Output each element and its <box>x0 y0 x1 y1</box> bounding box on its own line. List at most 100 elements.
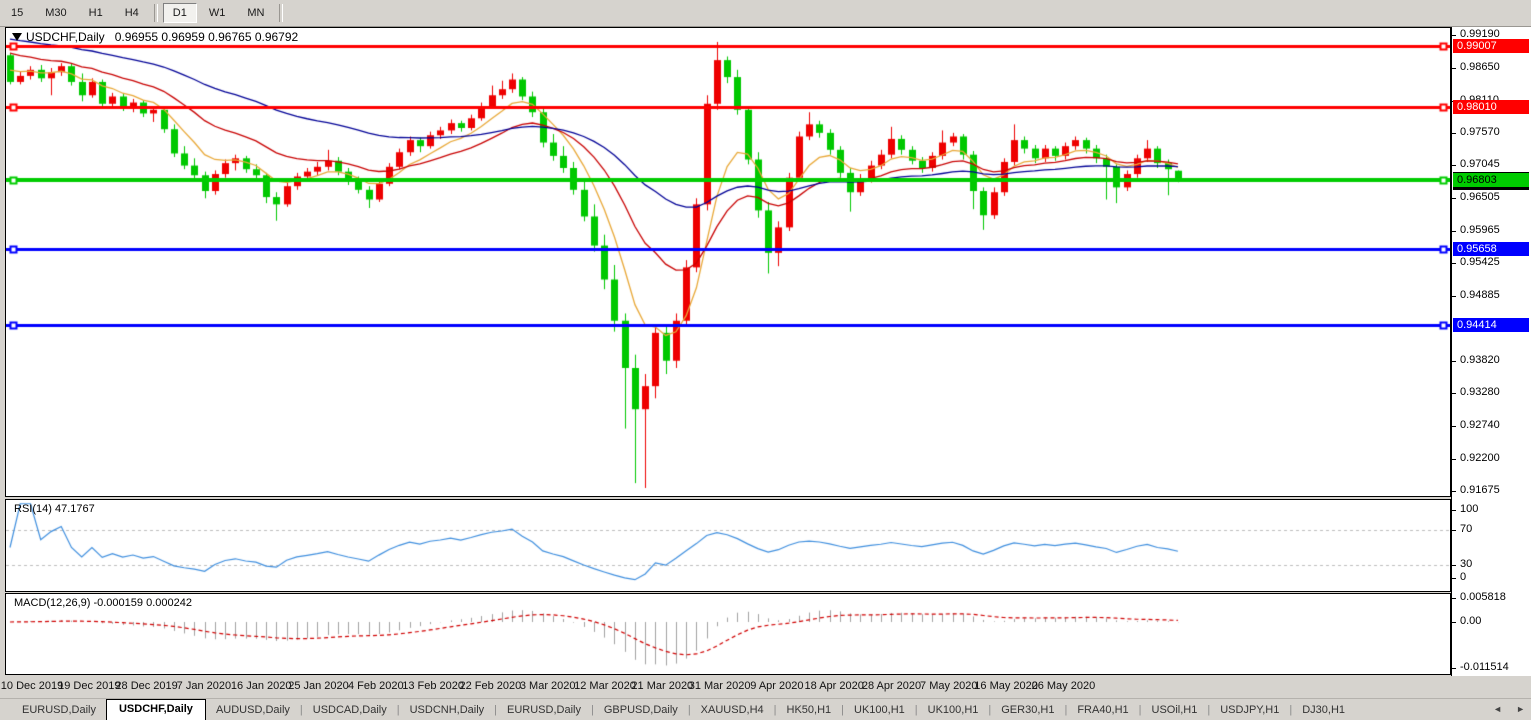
rsi-axis-tick: 100 <box>1460 503 1478 515</box>
price-tick: 0.93280 <box>1460 386 1500 398</box>
level-price-label: 0.94414 <box>1453 318 1529 332</box>
tab-uk100-h1[interactable]: UK100,H1 <box>844 701 915 720</box>
axis-tickmark <box>1452 622 1456 623</box>
price-tick: 0.95965 <box>1460 224 1500 236</box>
tab-audusd-daily[interactable]: AUDUSD,Daily <box>206 701 300 720</box>
chart-pointer-icon <box>12 33 22 41</box>
axis-tickmark <box>1452 35 1456 36</box>
date-label: 4 Feb 2020 <box>348 680 404 692</box>
date-label: 9 Apr 2020 <box>750 680 803 692</box>
rsi-canvas[interactable] <box>6 500 1450 589</box>
date-label: 12 Mar 2020 <box>574 680 636 692</box>
tab-eurusd-daily[interactable]: EURUSD,Daily <box>12 701 106 720</box>
chart-title: USDCHF,Daily 0.96955 0.96959 0.96765 0.9… <box>12 30 298 44</box>
date-label: 3 Mar 2020 <box>520 680 576 692</box>
macd-label: MACD(12,26,9) -0.000159 0.000242 <box>14 597 192 609</box>
level-price-label: 0.96803 <box>1453 173 1529 187</box>
rsi-label: RSI(14) 47.1767 <box>14 503 95 515</box>
axis-tickmark <box>1452 165 1456 166</box>
chart-symbol-label: USDCHF,Daily <box>26 30 105 44</box>
date-label: 7 Jan 2020 <box>177 680 231 692</box>
timeframe-button-m30[interactable]: M30 <box>35 3 76 23</box>
axis-tickmark <box>1452 133 1456 134</box>
tab-hk50-h1[interactable]: HK50,H1 <box>777 701 842 720</box>
date-label: 7 May 2020 <box>920 680 977 692</box>
axis-tickmark <box>1452 426 1456 427</box>
timeframe-toolbar: 15M30H1H4 D1W1MN <box>0 0 1531 27</box>
tab-scroll-right-button[interactable]: ► <box>1516 703 1525 715</box>
axis-tickmark <box>1452 598 1456 599</box>
date-label: 26 May 2020 <box>1032 680 1096 692</box>
date-label: 28 Dec 2019 <box>115 680 177 692</box>
date-label: 16 Jan 2020 <box>231 680 292 692</box>
axis-tickmark <box>1452 393 1456 394</box>
main-chart-panel[interactable]: USDCHF,Daily 0.96955 0.96959 0.96765 0.9… <box>5 27 1451 497</box>
axis-tickmark <box>1452 231 1456 232</box>
tab-fra40-h1[interactable]: FRA40,H1 <box>1067 701 1138 720</box>
price-tick: 0.94885 <box>1460 289 1500 301</box>
timeframe-button-mn[interactable]: MN <box>237 3 274 23</box>
date-label: 25 Jan 2020 <box>288 680 349 692</box>
rsi-axis-tick: 30 <box>1460 558 1472 570</box>
date-label: 18 Apr 2020 <box>805 680 864 692</box>
macd-axis-tick: 0.005818 <box>1460 591 1506 603</box>
tab-eurusd-daily[interactable]: EURUSD,Daily <box>497 701 591 720</box>
price-tick: 0.96505 <box>1460 191 1500 203</box>
date-axis[interactable]: 10 Dec 201919 Dec 201928 Dec 20197 Jan 2… <box>0 676 1531 698</box>
axis-tickmark <box>1452 565 1456 566</box>
axis-tickmark <box>1452 263 1456 264</box>
macd-axis-tick: 0.00 <box>1460 615 1481 627</box>
price-tick: 0.92740 <box>1460 419 1500 431</box>
timeframe-button-15[interactable]: 15 <box>1 3 33 23</box>
macd-canvas[interactable] <box>6 594 1450 672</box>
tab-usdjpy-h1[interactable]: USDJPY,H1 <box>1210 701 1289 720</box>
tab-dj30-h1[interactable]: DJ30,H1 <box>1292 701 1355 720</box>
chart-tab-bar: EURUSD,DailyUSDCHF,DailyAUDUSD,Daily|USD… <box>0 698 1531 720</box>
date-label: 10 Dec 2019 <box>1 680 63 692</box>
price-tick: 0.91675 <box>1460 484 1500 496</box>
axis-tickmark <box>1452 510 1456 511</box>
chart-ohlc-values: 0.96955 0.96959 0.96765 0.96792 <box>115 30 299 44</box>
date-label: 16 May 2020 <box>974 680 1038 692</box>
tab-gbpusd-daily[interactable]: GBPUSD,Daily <box>594 701 688 720</box>
tab-ger30-h1[interactable]: GER30,H1 <box>991 701 1064 720</box>
date-label: 19 Dec 2019 <box>58 680 120 692</box>
tab-usoil-h1[interactable]: USOil,H1 <box>1142 701 1208 720</box>
price-tick: 0.97045 <box>1460 158 1500 170</box>
date-label: 13 Feb 2020 <box>402 680 464 692</box>
date-label: 28 Apr 2020 <box>862 680 921 692</box>
price-tick: 0.98650 <box>1460 61 1500 73</box>
axis-tickmark <box>1452 491 1456 492</box>
axis-tickmark <box>1452 530 1456 531</box>
tab-usdcad-daily[interactable]: USDCAD,Daily <box>303 701 397 720</box>
mt4-chart-app: 15M30H1H4 D1W1MN USDCHF,Daily 0.96955 0.9… <box>0 0 1531 720</box>
toolbar-separator <box>154 4 158 22</box>
axis-tickmark <box>1452 296 1456 297</box>
tab-scroll-left-button[interactable]: ◄ <box>1493 703 1502 715</box>
axis-tickmark <box>1452 459 1456 460</box>
tab-usdchf-daily[interactable]: USDCHF,Daily <box>106 699 206 720</box>
timeframe-button-w1[interactable]: W1 <box>199 3 236 23</box>
tab-uk100-h1[interactable]: UK100,H1 <box>918 701 989 720</box>
rsi-axis-tick: 70 <box>1460 523 1472 535</box>
timeframe-button-h4[interactable]: H4 <box>115 3 149 23</box>
axis-tickmark <box>1452 198 1456 199</box>
rsi-panel[interactable]: RSI(14) 47.1767 <box>5 499 1451 592</box>
macd-panel[interactable]: MACD(12,26,9) -0.000159 0.000242 <box>5 593 1451 675</box>
candlestick-chart-canvas[interactable] <box>6 28 1450 494</box>
level-price-label: 0.98010 <box>1453 100 1529 114</box>
tab-usdcnh-daily[interactable]: USDCNH,Daily <box>400 701 495 720</box>
toolbar-separator <box>279 4 283 22</box>
macd-axis-tick: -0.011514 <box>1460 661 1509 673</box>
tab-xauusd-h4[interactable]: XAUUSD,H4 <box>691 701 774 720</box>
level-price-label: 0.95658 <box>1453 242 1529 256</box>
axis-tickmark <box>1452 578 1456 579</box>
axis-tickmark <box>1452 361 1456 362</box>
axis-tickmark <box>1452 668 1456 669</box>
tab-scroll-arrows: ◄ ► <box>1493 703 1525 715</box>
price-axis[interactable]: 0.991900.986500.981100.975700.970450.965… <box>1451 27 1531 676</box>
timeframe-button-h1[interactable]: H1 <box>79 3 113 23</box>
timeframe-button-d1[interactable]: D1 <box>163 3 197 23</box>
level-price-label: 0.99007 <box>1453 39 1529 53</box>
price-tick: 0.92200 <box>1460 452 1500 464</box>
